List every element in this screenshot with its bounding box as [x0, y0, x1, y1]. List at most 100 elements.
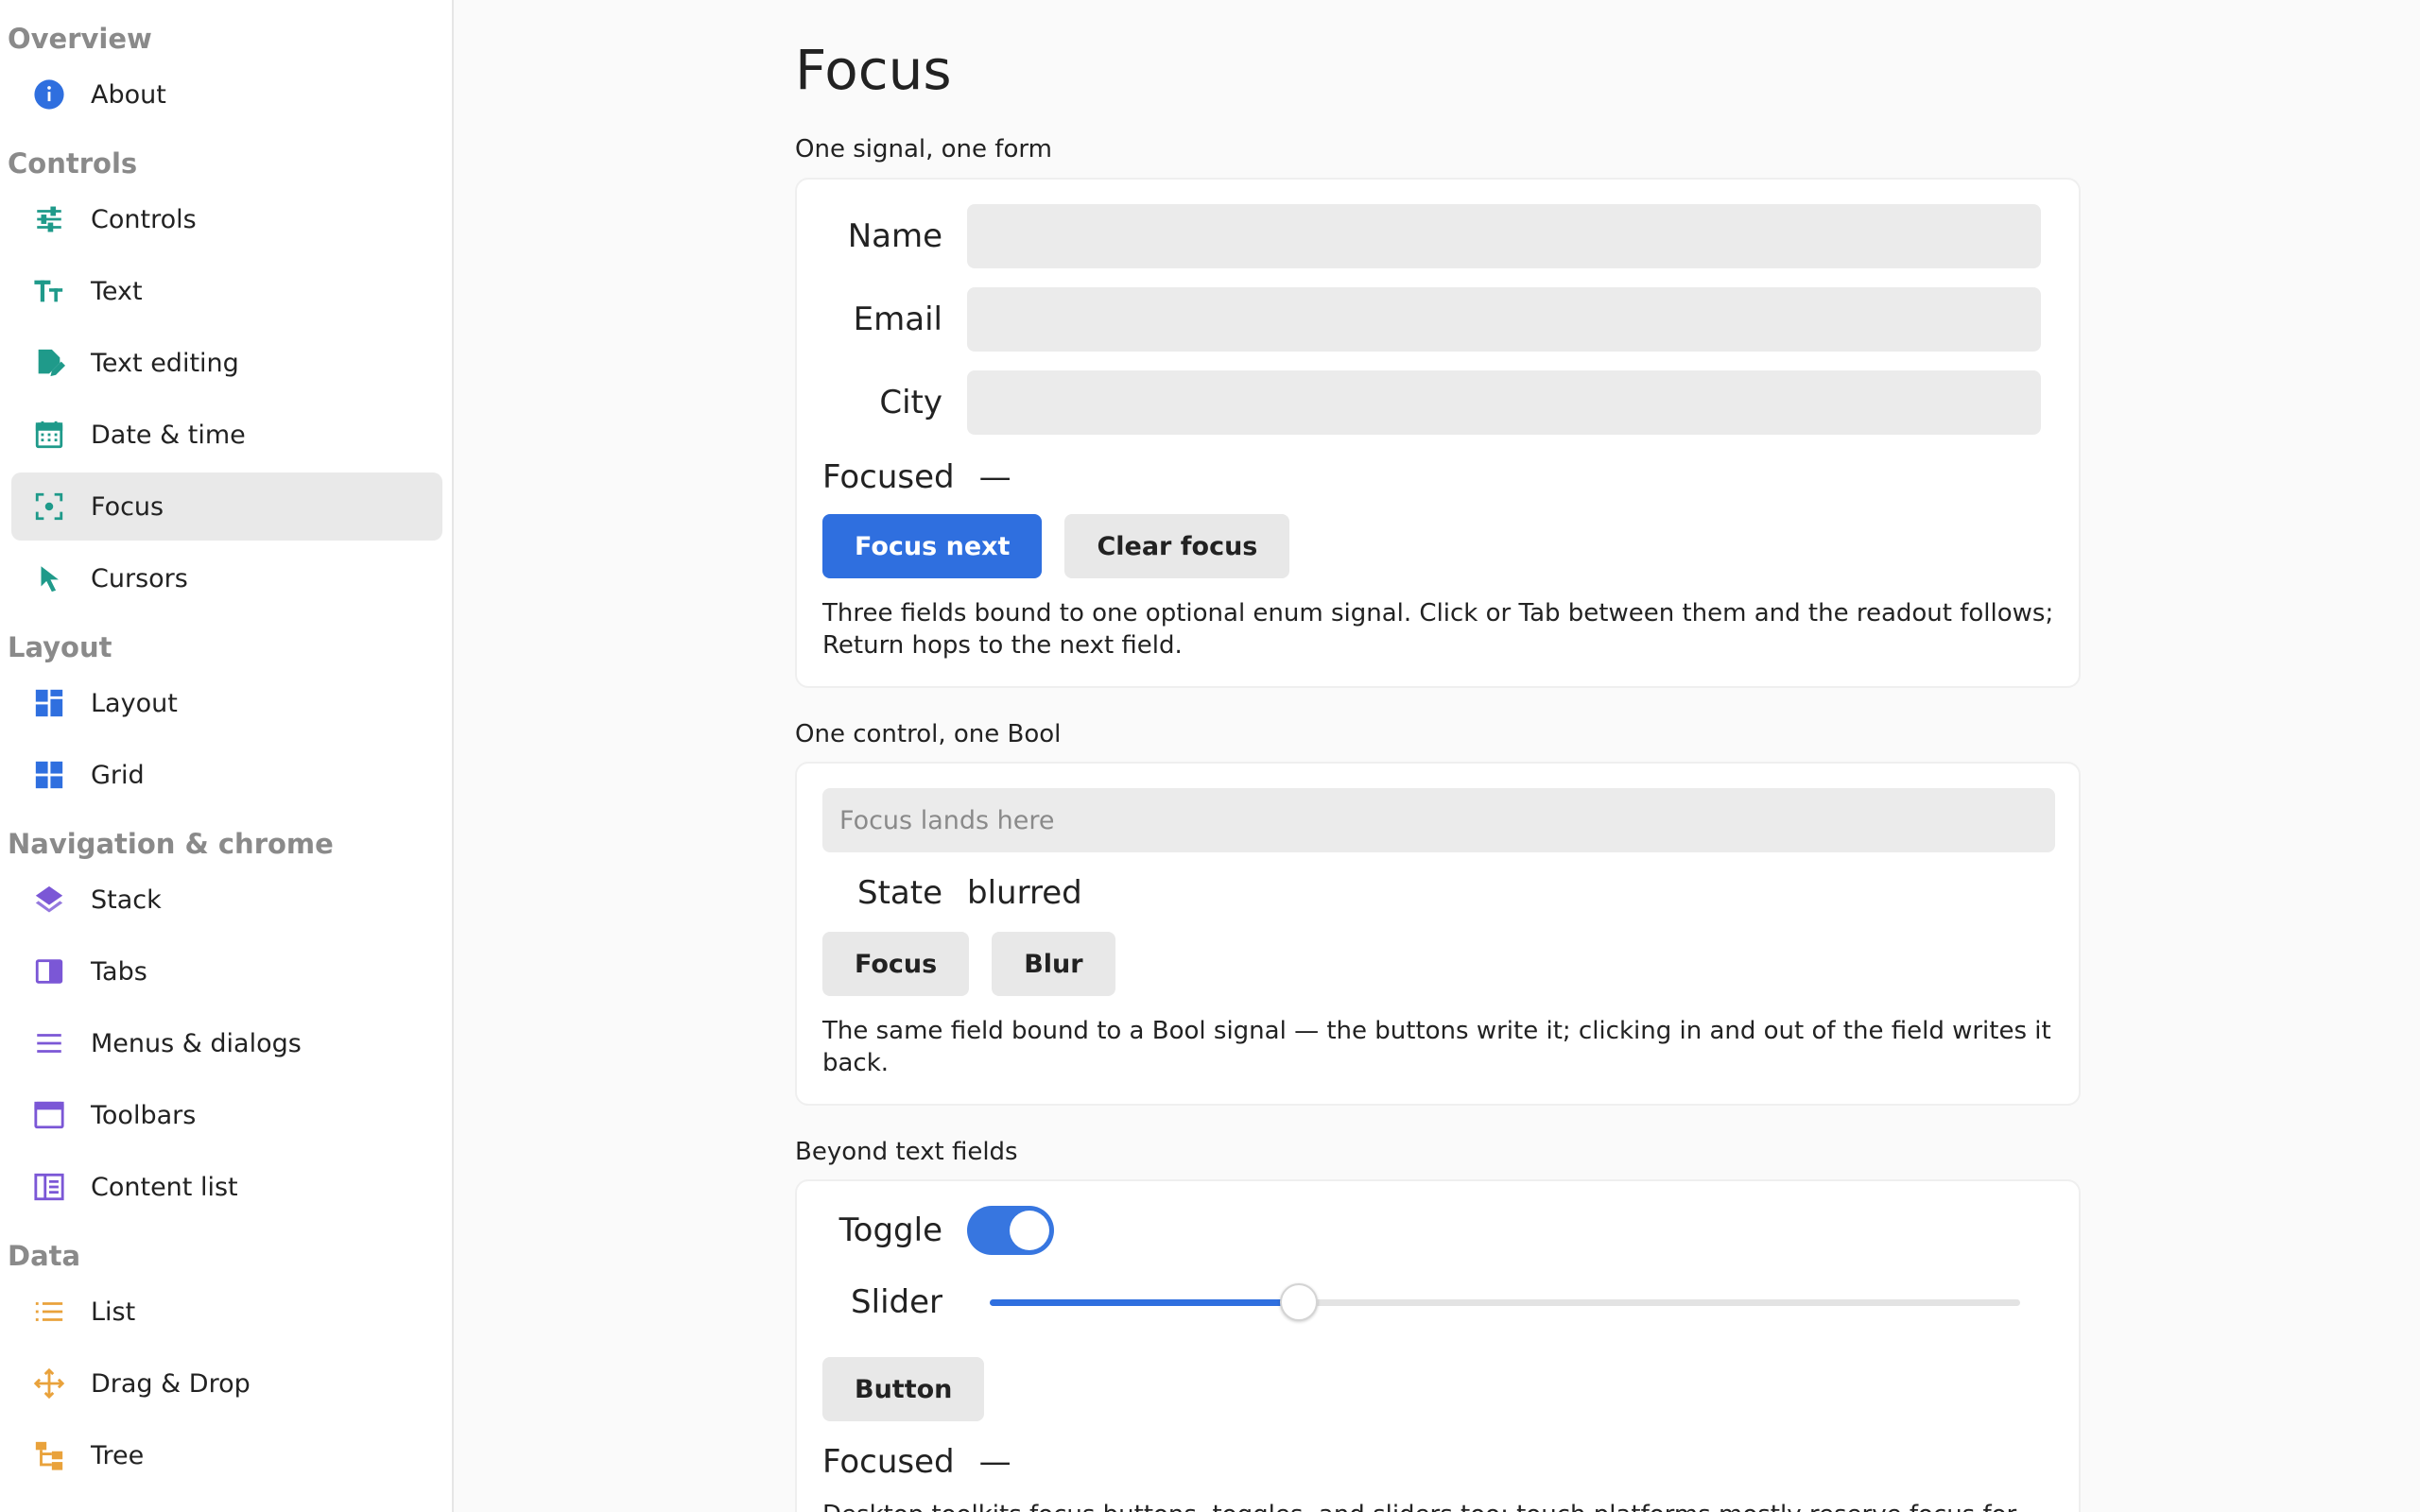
- focused-readout-value: —: [978, 458, 1011, 496]
- email-row: Email: [822, 287, 2041, 352]
- sidebar-item-focus[interactable]: Focus: [11, 472, 442, 541]
- city-field[interactable]: [967, 370, 2041, 435]
- sidebar-item-label: Tabs: [91, 956, 147, 987]
- sidebar-item-text[interactable]: Text: [11, 257, 442, 325]
- name-row: Name: [822, 204, 2041, 268]
- sidebar-item-label: Content list: [91, 1172, 238, 1202]
- beyond-button-row: Button: [822, 1357, 985, 1421]
- toggle-switch[interactable]: [967, 1206, 1054, 1255]
- list-icon: [32, 1295, 66, 1329]
- sidebar-item-label: Tree: [91, 1440, 145, 1470]
- bool-group-label: One control, one Bool: [795, 720, 1062, 748]
- slider[interactable]: [990, 1283, 2020, 1321]
- bool-buttons: Focus Blur: [822, 932, 1115, 996]
- sidebar-item-text-editing[interactable]: Text editing: [11, 329, 442, 397]
- email-label: Email: [853, 301, 942, 338]
- move-arrows-icon: [32, 1366, 66, 1400]
- focused-readout-label: Focused: [822, 458, 955, 496]
- email-field[interactable]: [967, 287, 2041, 352]
- name-label: Name: [847, 217, 942, 255]
- beyond-focused-readout: Focused —: [822, 1438, 1011, 1486]
- beyond-focused-label: Focused: [822, 1443, 955, 1481]
- sidebar-item-toolbars[interactable]: Toolbars: [11, 1081, 442, 1149]
- sidebar-item-label: Menus & dialogs: [91, 1028, 302, 1058]
- sidebar-item-label: Grid: [91, 760, 145, 790]
- sidebar-item-controls[interactable]: Controls: [11, 185, 442, 253]
- edit-document-icon: [32, 346, 66, 380]
- slider-thumb[interactable]: [1280, 1283, 1318, 1321]
- focus-lands-field[interactable]: [822, 788, 2055, 852]
- sidebar-item-layout[interactable]: Layout: [11, 669, 442, 737]
- sidebar-item-label: Toolbars: [91, 1100, 197, 1130]
- sidebar-item-label: Stack: [91, 885, 162, 915]
- focus-next-button[interactable]: Focus next: [822, 514, 1043, 578]
- sidebar-item-label: List: [91, 1297, 136, 1327]
- sidebar-item-label: Date & time: [91, 420, 246, 450]
- sidebar-section-title: Navigation & chrome: [8, 828, 334, 860]
- bool-field-row: [822, 788, 2055, 852]
- sidebar-item-stack[interactable]: Stack: [11, 866, 442, 934]
- clear-focus-button[interactable]: Clear focus: [1064, 514, 1290, 578]
- state-readout: State blurred: [822, 869, 1082, 917]
- slider-label: Slider: [851, 1283, 942, 1321]
- sidebar-item-date-time[interactable]: Date & time: [11, 401, 442, 469]
- name-field[interactable]: [967, 204, 2041, 268]
- sidebar-item-label: Focus: [91, 491, 164, 522]
- sidebar-item-list[interactable]: List: [11, 1278, 442, 1346]
- state-label: State: [857, 874, 942, 912]
- bool-group-card: State blurred Focus Blur The same field …: [795, 762, 2081, 1106]
- toggle-row: Toggle: [822, 1206, 1054, 1255]
- beyond-group-description: Desktop toolkits focus buttons, toggles,…: [822, 1499, 2061, 1512]
- cursor-arrow-icon: [32, 561, 66, 595]
- sidebar-item-label: Text editing: [91, 348, 239, 378]
- beyond-focused-value: —: [978, 1443, 1011, 1481]
- form-group-card: Name Email City Focused — Focus next Cle…: [795, 178, 2081, 688]
- sidebar-item-about[interactable]: About: [11, 60, 442, 129]
- sidebar-item-label: Cursors: [91, 563, 188, 593]
- sidebar: Overview About Controls Controls Text Text ed…: [0, 0, 454, 1512]
- sliders-icon: [32, 202, 66, 236]
- sidebar-section-title: Controls: [8, 147, 138, 180]
- menu-lines-icon: [32, 1026, 66, 1060]
- slider-row: Slider: [822, 1283, 2020, 1321]
- sidebar-item-tabs[interactable]: Tabs: [11, 937, 442, 1005]
- sidebar-item-label: Layout: [91, 688, 178, 718]
- sidebar-item-grid[interactable]: Grid: [11, 741, 442, 809]
- info-icon: [32, 77, 66, 112]
- form-buttons: Focus next Clear focus: [822, 514, 1290, 578]
- city-row: City: [822, 370, 2041, 435]
- toggle-label: Toggle: [838, 1211, 942, 1249]
- layout-grid-icon: [32, 686, 66, 720]
- sidebar-section-title: Data: [8, 1240, 81, 1272]
- focus-target-icon: [32, 490, 66, 524]
- blur-button[interactable]: Blur: [992, 932, 1115, 996]
- beyond-group-label: Beyond text fields: [795, 1138, 1018, 1166]
- calendar-icon: [32, 418, 66, 452]
- tree-icon: [32, 1438, 66, 1472]
- form-group-description: Three fields bound to one optional enum …: [822, 599, 2054, 660]
- focus-button[interactable]: Focus: [822, 932, 970, 996]
- sidebar-item-label: Controls: [91, 204, 197, 234]
- grid-icon: [32, 758, 66, 792]
- bool-group-description: The same field bound to a Bool signal — …: [822, 1017, 2051, 1077]
- beyond-group-card: Toggle Slider Button Focused — Desktop t…: [795, 1179, 2081, 1512]
- sidebar-item-label: About: [91, 79, 166, 110]
- content-list-icon: [32, 1170, 66, 1204]
- sidebar-item-cursors[interactable]: Cursors: [11, 544, 442, 612]
- sidebar-item-drag-drop[interactable]: Drag & Drop: [11, 1349, 442, 1418]
- toggle-knob: [1010, 1211, 1049, 1250]
- sidebar-item-tree[interactable]: Tree: [11, 1421, 442, 1489]
- tab-icon: [32, 954, 66, 988]
- state-value: blurred: [967, 874, 1082, 912]
- sidebar-section-title: Overview: [8, 23, 152, 55]
- slider-fill: [990, 1299, 1299, 1306]
- form-group-label: One signal, one form: [795, 135, 1052, 163]
- focused-readout: Focused —: [822, 454, 1011, 501]
- sidebar-item-content-list[interactable]: Content list: [11, 1153, 442, 1221]
- text-size-icon: [32, 274, 66, 308]
- sidebar-item-label: Drag & Drop: [91, 1368, 251, 1399]
- demo-button[interactable]: Button: [822, 1357, 985, 1421]
- sidebar-item-menus-dialogs[interactable]: Menus & dialogs: [11, 1009, 442, 1077]
- layers-icon: [32, 883, 66, 917]
- sidebar-section-title: Layout: [8, 631, 112, 663]
